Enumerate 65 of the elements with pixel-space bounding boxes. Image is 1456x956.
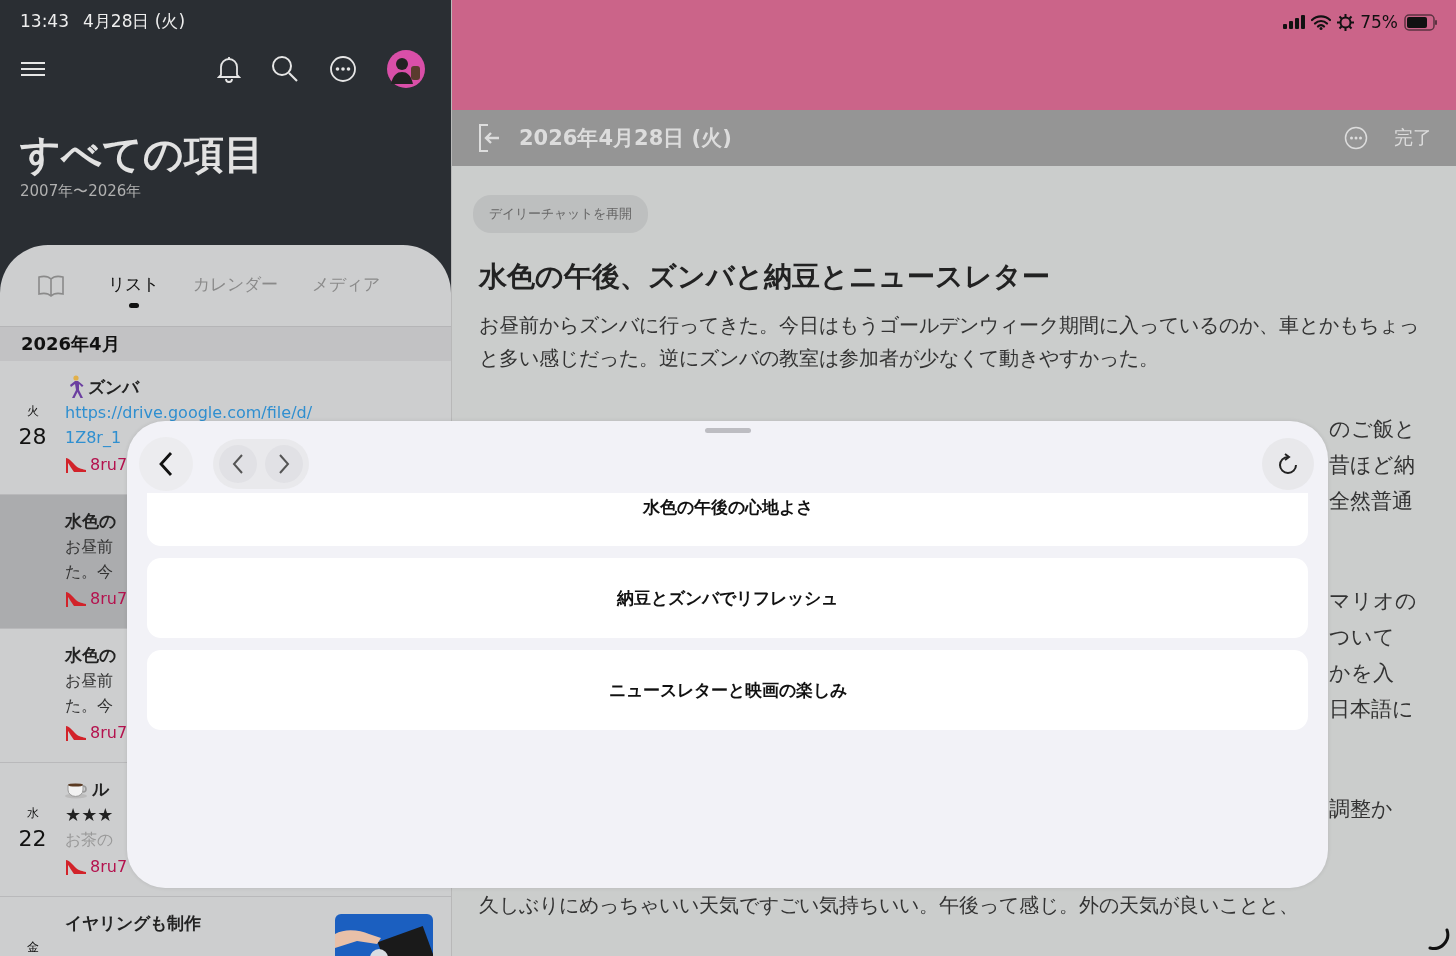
day-number: 22 — [18, 826, 47, 851]
entry-title: イヤリングも制作 — [65, 911, 201, 935]
tag[interactable]: 8ru7 — [90, 588, 128, 608]
paragraph-line: のご飯と — [1329, 416, 1416, 443]
resume-chat-button[interactable]: デイリーチャットを再開 — [473, 195, 648, 233]
signal-icon — [1283, 15, 1306, 29]
weekday: 金 — [26, 939, 39, 956]
entry-heading: 水色の午後、ズンバと納豆とニュースレター — [479, 259, 1050, 295]
page-title: すべての項目 — [20, 130, 265, 178]
entry-paragraph: お昼前からズンバに行ってきた。今日はもうゴールデンウィーク期間に入っているのか、車とかもちょっと多い感じだった。逆にズンバの教室は参加者が少なくて動きやすかった。 — [479, 312, 1420, 372]
paragraph-line: 日本語に — [1329, 696, 1415, 723]
sheet-handle[interactable] — [705, 428, 751, 433]
tab[interactable]: リスト — [108, 263, 159, 308]
previous-button[interactable] — [219, 445, 257, 483]
paragraph-line: マリオの — [1329, 588, 1417, 615]
tab[interactable]: カレンダー — [193, 263, 278, 308]
chevron-left-icon — [158, 451, 174, 477]
star-rating: ★★★ — [65, 803, 115, 827]
entry-excerpt: お昼前 — [65, 670, 114, 692]
chevron-left-icon — [232, 453, 244, 475]
paragraph-line: 昔ほど納 — [1329, 452, 1416, 479]
suggestion-option[interactable]: ニュースレターと映画の楽しみ — [147, 650, 1308, 730]
spinner-icon — [1428, 928, 1450, 950]
avatar[interactable] — [387, 50, 425, 88]
tab[interactable]: メディア — [312, 263, 380, 308]
done-button[interactable]: 完了 — [1394, 125, 1432, 151]
weekday: 火 — [26, 403, 39, 420]
search-icon[interactable] — [271, 55, 299, 83]
wifi-icon — [1311, 14, 1332, 30]
paragraph-line: 調整か — [1329, 796, 1393, 823]
chevron-right-icon — [278, 453, 290, 475]
paragraph-line: かを入 — [1329, 660, 1395, 687]
menu-icon[interactable] — [20, 61, 46, 77]
entry-title: ル — [92, 777, 109, 801]
year-range: 2007年〜2026年 — [20, 182, 143, 201]
bell-icon[interactable] — [217, 55, 241, 83]
entry-title: 水色の — [65, 509, 116, 533]
paragraph-line: ついて — [1329, 624, 1396, 651]
status-date: 4月28日 (火) — [83, 9, 186, 33]
tag[interactable]: 8ru7 — [90, 856, 128, 876]
tag[interactable]: 8ru7 — [90, 722, 128, 742]
entry-excerpt: た。今 — [65, 561, 114, 583]
tag[interactable]: 8ru7 — [90, 454, 128, 474]
suggestion-option[interactable]: 納豆とズンバでリフレッシュ — [147, 558, 1308, 638]
status-time: 13:43 — [20, 11, 69, 31]
entry-date: 2026年4月28日 (火) — [519, 125, 732, 152]
suggestion-option[interactable]: 水色の午後の心地よさ — [147, 493, 1308, 546]
refresh-icon — [1278, 453, 1298, 475]
entry-title: 水色の — [65, 643, 116, 667]
entry-excerpt: お昼前 — [65, 536, 114, 558]
refresh-button[interactable] — [1262, 438, 1314, 490]
link[interactable]: https://drive.google.com/file/d/ — [65, 400, 313, 425]
gear-icon — [1337, 13, 1355, 31]
month-header: 2026年4月 — [0, 327, 451, 361]
weekday: 水 — [26, 805, 39, 822]
entry-paragraph: 久しぶりにめっちゃいい天気ですごい気持ちいい。午後って感じ。外の天気が良いことと、 — [479, 892, 1299, 919]
more-icon[interactable] — [329, 55, 357, 83]
entry-title: ズンバ — [88, 375, 139, 399]
paragraph-line: 全然普通 — [1329, 488, 1414, 515]
entry-excerpt: た。今 — [65, 695, 114, 717]
battery-icon — [1404, 13, 1438, 31]
day-number: 28 — [18, 424, 47, 449]
battery-percent: 75% — [1360, 12, 1398, 32]
next-button[interactable] — [265, 445, 303, 483]
journal-entry[interactable]: 金 イヤリングも制作 — [0, 897, 451, 956]
